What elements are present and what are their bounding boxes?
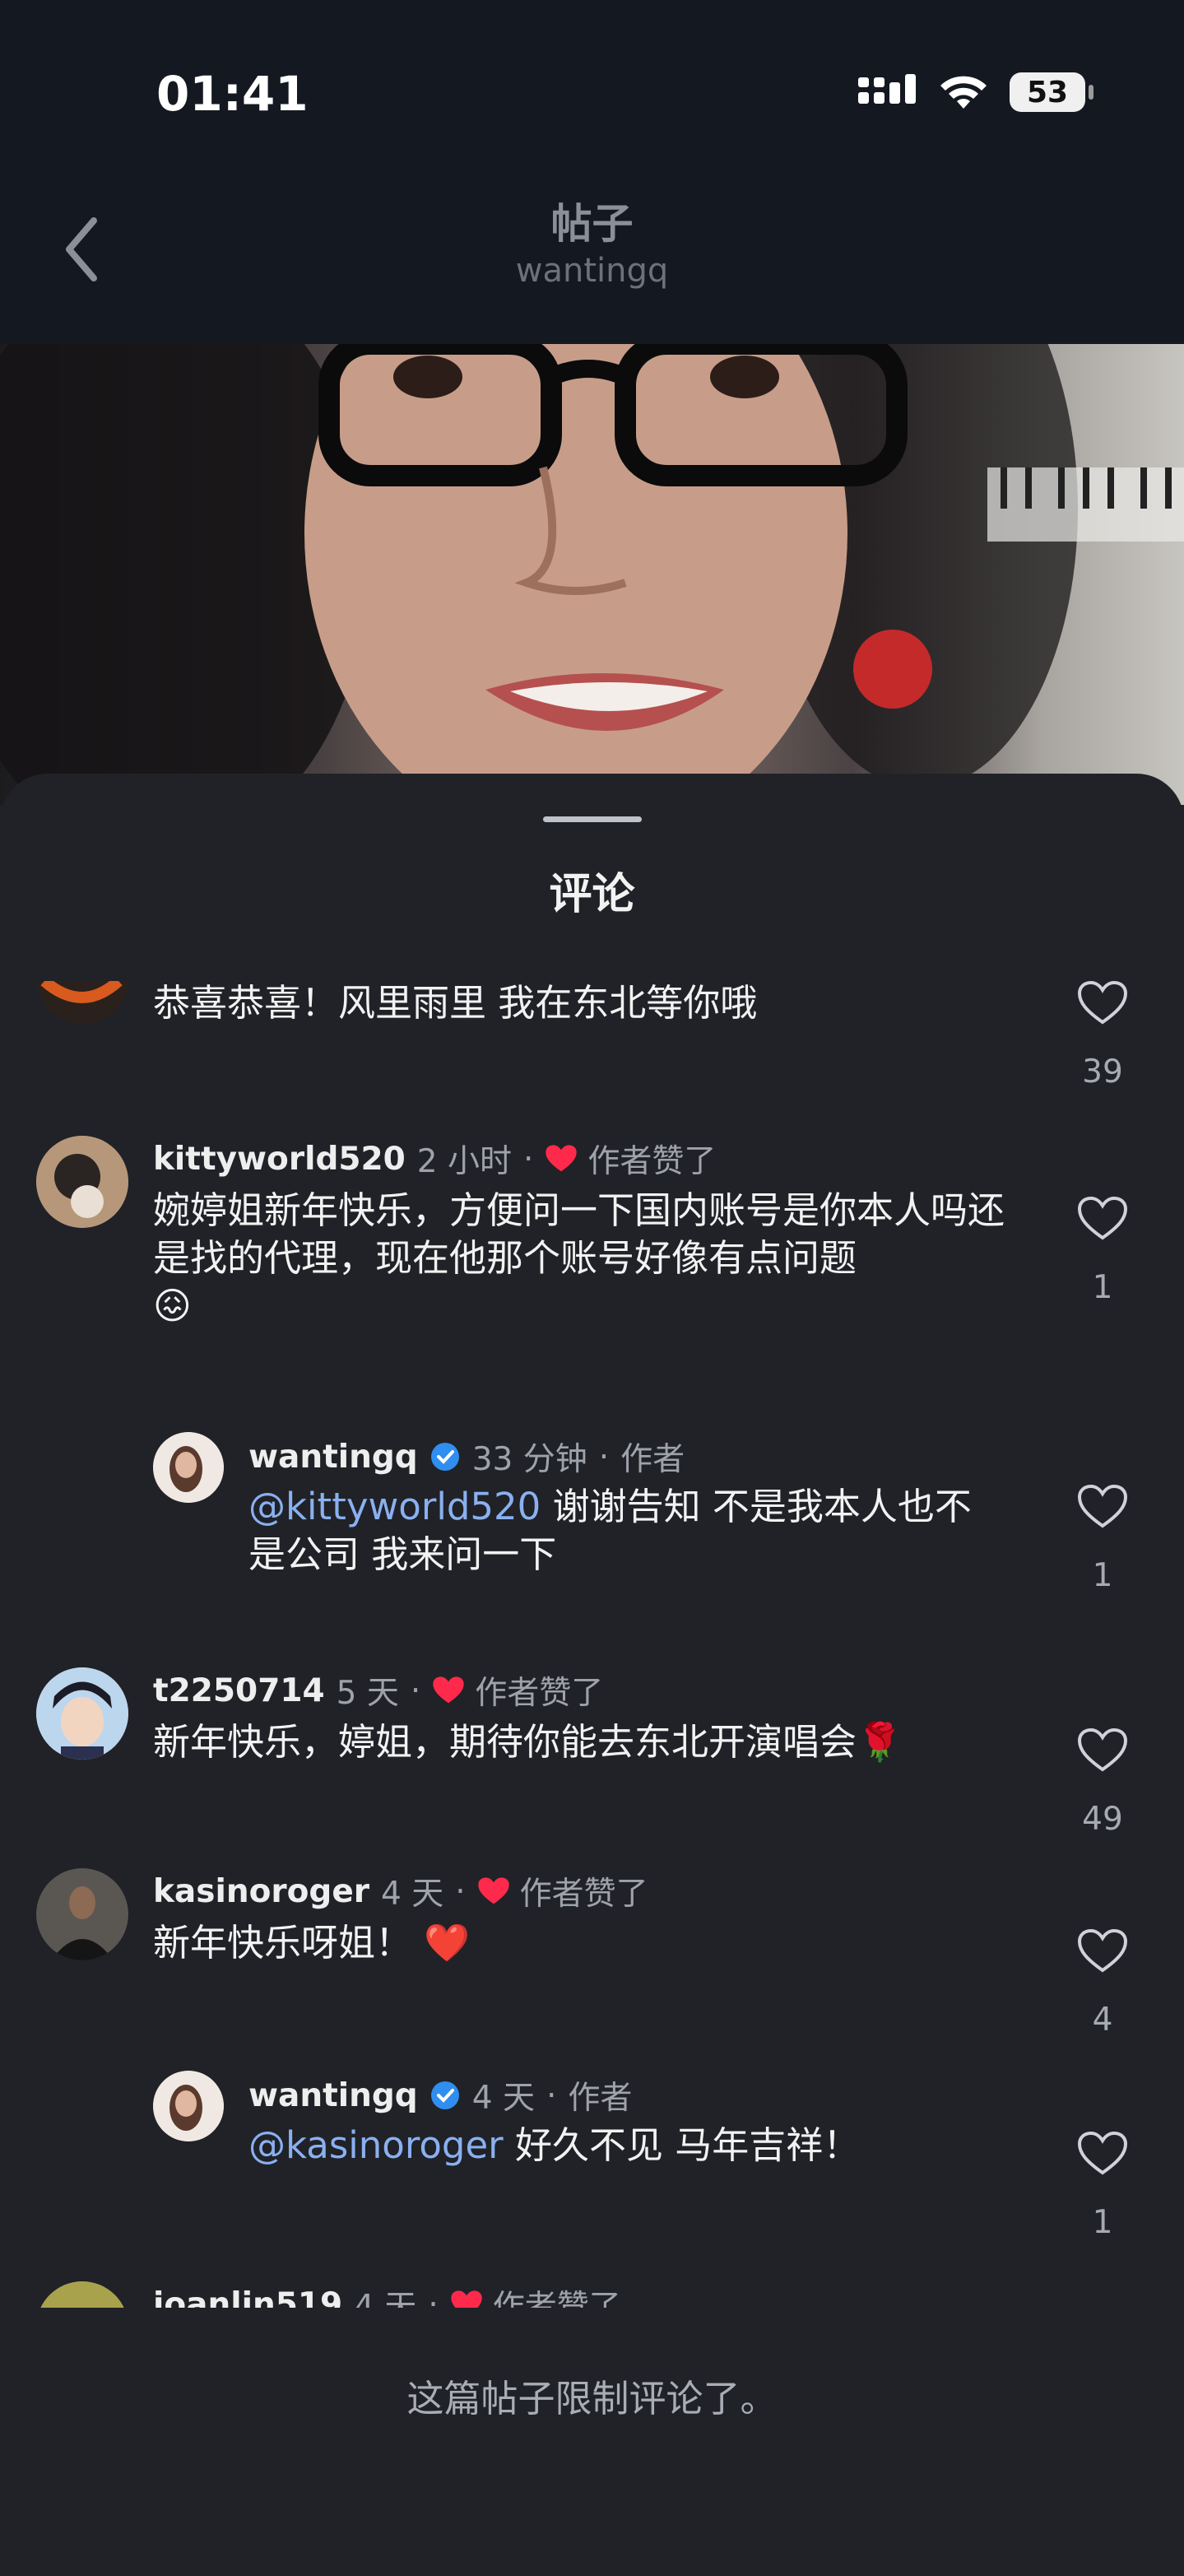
photo-illustration xyxy=(0,344,1184,805)
heart-outline-icon xyxy=(1077,2131,1128,2175)
emoji: 🌹 xyxy=(857,1720,903,1764)
emoji: 😖 xyxy=(153,1284,192,1328)
comment-username[interactable]: wantingq xyxy=(248,1439,418,1476)
like-count: 1 xyxy=(1092,1269,1113,1306)
comment-body: 新年快乐呀姐！ xyxy=(153,1921,425,1965)
emoji: ❤️ xyxy=(424,1921,471,1965)
status-icons: 53 xyxy=(858,72,1093,112)
comment-body: 婉婷姐新年快乐，方便问一下国内账号是你本人吗还是找的代理，现在他那个账号好像有点… xyxy=(153,1188,1005,1280)
separator-dot: · xyxy=(455,1872,466,1910)
comment-meta: wantingq 33 分钟 · 作者 xyxy=(248,1434,685,1480)
avatar[interactable] xyxy=(36,2281,128,2308)
comment-item: kasinoroger 4 天 · 作者赞了 新年快乐呀姐！ ❤️ 4 xyxy=(0,1868,1184,2049)
like-count: 49 xyxy=(1082,1801,1123,1838)
author-avatar[interactable] xyxy=(153,2071,224,2141)
comment-username[interactable]: joanlin519 xyxy=(153,2286,342,2309)
comment-text: @kasinoroger 好久不见 马年吉祥！ xyxy=(248,2122,1005,2169)
separator-dot: · xyxy=(410,1672,421,1709)
author-liked-label: 作者赞了 xyxy=(475,1675,604,1712)
page-subtitle-username[interactable]: wantingq xyxy=(0,252,1184,290)
comment-item: 恭喜恭喜！风里雨里 我在东北等你哦 39 xyxy=(0,981,1184,1104)
comment-text: 婉婷姐新年快乐，方便问一下国内账号是你本人吗还是找的代理，现在他那个账号好像有点… xyxy=(153,1187,1025,1330)
mention-link[interactable]: @kasinoroger xyxy=(248,2123,504,2167)
separator-dot: · xyxy=(546,2076,557,2114)
post-photo[interactable] xyxy=(0,344,1184,805)
comment-time: 5 天 xyxy=(336,1675,399,1712)
battery-indicator: 53 xyxy=(1010,72,1093,112)
red-heart-icon xyxy=(451,2290,482,2308)
comment-text: 新年快乐呀姐！ ❤️ xyxy=(153,1919,1025,1967)
like-button[interactable]: 49 xyxy=(1070,1727,1135,1838)
avatar[interactable] xyxy=(36,981,128,1024)
separator-dot: · xyxy=(522,1140,534,1178)
signal-icon xyxy=(858,74,916,104)
comment-meta: joanlin519 4 天 · 作者赞了 xyxy=(153,2281,621,2308)
verified-badge-icon xyxy=(430,1443,459,1471)
comment-time: 4 天 xyxy=(381,1876,444,1913)
avatar[interactable] xyxy=(36,1136,128,1228)
comment-username[interactable]: t2250714 xyxy=(153,1672,325,1709)
author-tag: 作者 xyxy=(568,2080,633,2117)
comment-text: 新年快乐，婷姐，期待你能去东北开演唱会🌹 xyxy=(153,1718,1025,1766)
comment-time: 2 小时 xyxy=(416,1143,512,1180)
red-heart-icon xyxy=(433,1676,464,1704)
comment-reply: wantingq 33 分钟 · 作者 @kittyworld520 谢谢告知 … xyxy=(0,1432,1184,1630)
heart-outline-icon xyxy=(1077,1928,1128,1973)
like-count: 39 xyxy=(1082,1053,1123,1090)
heart-outline-icon xyxy=(1077,981,1128,1025)
separator-dot: · xyxy=(598,1438,610,1476)
like-button[interactable]: 1 xyxy=(1070,1196,1135,1306)
comments-list[interactable]: 恭喜恭喜！风里雨里 我在东北等你哦 39 kittyworld520 2 小时 … xyxy=(0,981,1184,2308)
comment-body: 好久不见 马年吉祥！ xyxy=(503,2123,861,2167)
avatar[interactable] xyxy=(36,1868,128,1960)
like-count: 1 xyxy=(1092,1557,1113,1594)
comment-time: 4 天 xyxy=(354,2289,417,2308)
comment-item: joanlin519 4 天 · 作者赞了 xyxy=(0,2281,1184,2308)
comment-time: 33 分钟 xyxy=(471,1441,587,1478)
status-time: 01:41 xyxy=(156,66,309,122)
comment-reply: wantingq 4 天 · 作者 @kasinoroger 好久不见 马年吉祥… xyxy=(0,2071,1184,2241)
separator-dot: · xyxy=(428,2285,439,2309)
comments-restricted-notice: 这篇帖子限制评论了。 xyxy=(406,2377,778,2420)
comment-username[interactable]: kasinoroger xyxy=(153,1873,369,1910)
comment-item: t2250714 5 天 · 作者赞了 新年快乐，婷姐，期待你能去东北开演唱会🌹… xyxy=(0,1667,1184,1848)
author-avatar[interactable] xyxy=(153,1432,224,1503)
verified-badge-icon xyxy=(430,2081,459,2109)
author-liked-label: 作者赞了 xyxy=(587,1143,717,1180)
author-liked-label: 作者赞了 xyxy=(492,2289,621,2308)
battery-level: 53 xyxy=(1026,75,1069,109)
wifi-icon xyxy=(940,76,987,109)
like-button[interactable]: 1 xyxy=(1070,1484,1135,1594)
sheet-grabber[interactable] xyxy=(543,816,642,822)
red-heart-icon xyxy=(546,1145,578,1172)
comment-time: 4 天 xyxy=(471,2080,535,2117)
author-liked-label: 作者赞了 xyxy=(519,1876,648,1913)
like-button[interactable]: 39 xyxy=(1070,981,1135,1090)
comment-meta: kasinoroger 4 天 · 作者赞了 xyxy=(153,1868,648,1914)
comment-meta: wantingq 4 天 · 作者 xyxy=(248,2072,632,2118)
comment-text: 恭喜恭喜！风里雨里 我在东北等你哦 xyxy=(153,981,758,1025)
comment-body: 新年快乐，婷姐，期待你能去东北开演唱会 xyxy=(153,1720,857,1764)
red-heart-icon xyxy=(477,1877,509,1904)
top-bar: 01:41 53 帖子 wantingq xyxy=(0,0,1184,344)
comment-text: @kittyworld520 谢谢告知 不是我本人也不是公司 我来问一下 xyxy=(248,1483,1005,1579)
comment-username[interactable]: wantingq xyxy=(248,2077,418,2114)
like-button[interactable]: 1 xyxy=(1070,2131,1135,2241)
heart-outline-icon xyxy=(1077,1484,1128,1528)
like-count: 1 xyxy=(1092,2204,1113,2241)
comment-meta: kittyworld520 2 小时 · 作者赞了 xyxy=(153,1136,716,1182)
heart-outline-icon xyxy=(1077,1727,1128,1772)
comment-item: kittyworld520 2 小时 · 作者赞了 婉婷姐新年快乐，方便问一下国… xyxy=(0,1136,1184,1399)
comment-username[interactable]: kittyworld520 xyxy=(153,1141,406,1178)
like-button[interactable]: 4 xyxy=(1070,1928,1135,2039)
heart-outline-icon xyxy=(1077,1196,1128,1240)
avatar[interactable] xyxy=(36,1667,128,1760)
sheet-title: 评论 xyxy=(549,870,635,919)
page-title: 帖子 xyxy=(550,200,634,248)
mention-link[interactable]: @kittyworld520 xyxy=(248,1485,541,1528)
like-count: 4 xyxy=(1092,2002,1113,2039)
comment-meta: t2250714 5 天 · 作者赞了 xyxy=(153,1667,603,1713)
author-tag: 作者 xyxy=(620,1441,685,1478)
